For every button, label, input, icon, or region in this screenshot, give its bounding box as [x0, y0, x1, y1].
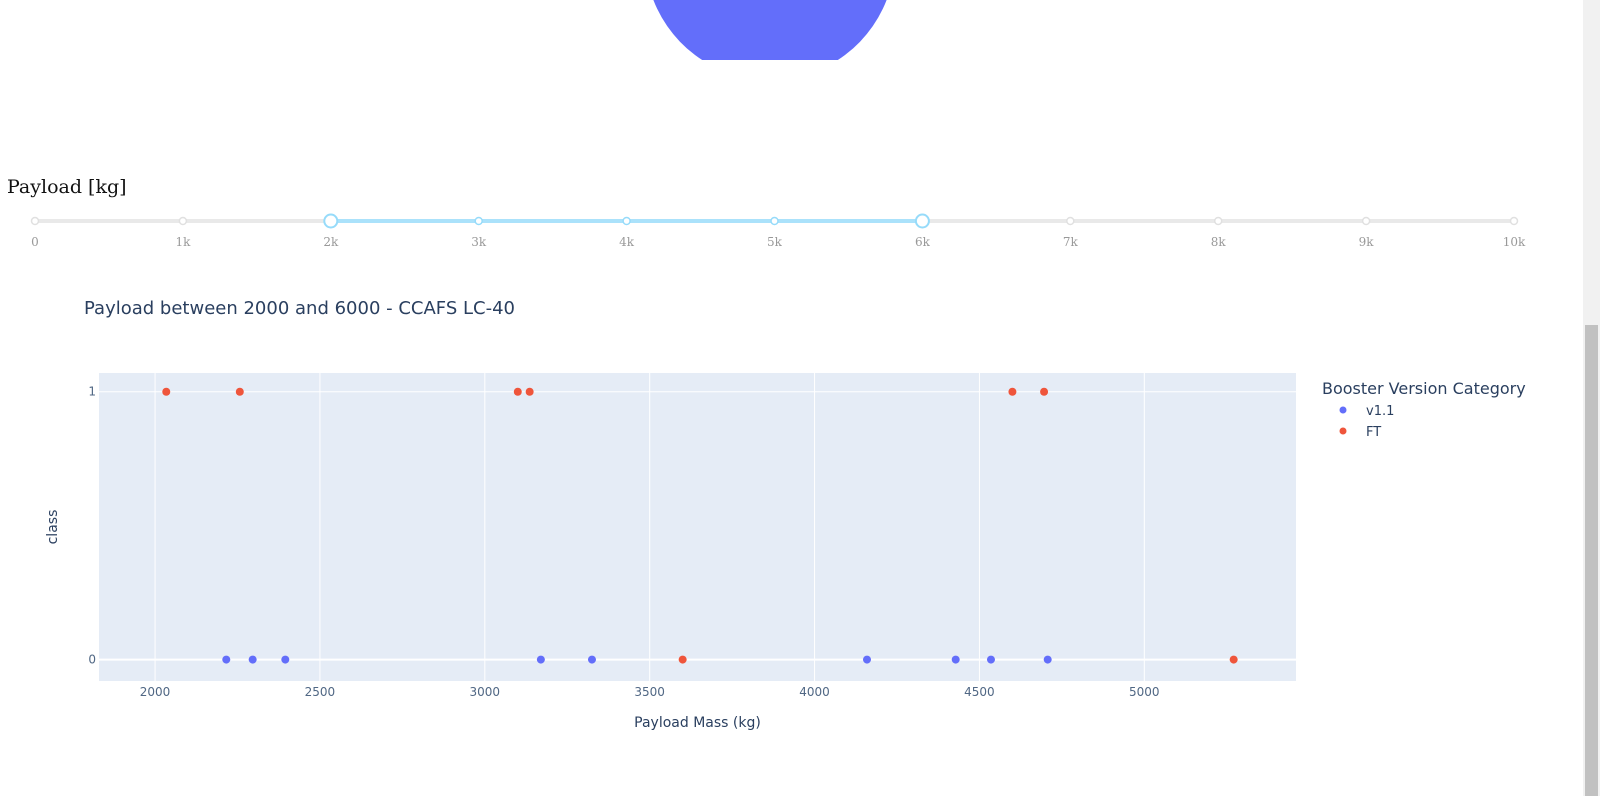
slider-tick-label: 8k	[1211, 235, 1227, 249]
slider-handle[interactable]	[914, 213, 930, 229]
slider-tick-label: 4k	[619, 235, 635, 249]
data-point-v1.1[interactable]	[222, 655, 231, 664]
slider-tick-dot[interactable]	[1509, 216, 1519, 226]
slider-tick-label: 2k	[323, 235, 339, 249]
slider-tick-label: 9k	[1359, 235, 1375, 249]
y-axis-title: class	[45, 510, 61, 545]
slider-tick-label: 0	[31, 235, 39, 249]
x-axis-title: Payload Mass (kg)	[634, 715, 761, 731]
page-scrollbar[interactable]	[1583, 0, 1600, 796]
x-tick-label: 3500	[634, 685, 665, 699]
y-tick-label: 0	[88, 653, 96, 667]
legend-label[interactable]: FT	[1366, 425, 1381, 440]
data-point-v1.1[interactable]	[281, 655, 290, 664]
data-point-v1.1[interactable]	[951, 655, 960, 664]
slider-tick-dot[interactable]	[178, 216, 188, 226]
slider-tick-dot[interactable]	[474, 216, 483, 226]
legend-item-v1.1[interactable]: v1.1	[1339, 404, 1395, 419]
legend-marker[interactable]	[1339, 427, 1347, 435]
slider-tick-dot[interactable]	[770, 216, 779, 226]
slider-tick-label: 6k	[915, 235, 931, 249]
slider-tick-label: 1k	[175, 235, 191, 249]
scrollbar-thumb[interactable]	[1585, 325, 1598, 796]
data-point-FT[interactable]	[1040, 387, 1049, 396]
slider-tick-label: 3k	[471, 235, 487, 249]
data-point-FT[interactable]	[1008, 387, 1017, 396]
chart-title: Payload between 2000 and 6000 - CCAFS LC…	[84, 298, 515, 319]
x-tick-label: 2000	[140, 685, 171, 699]
x-tick-label: 2500	[305, 685, 336, 699]
data-point-v1.1[interactable]	[587, 655, 596, 664]
data-point-FT[interactable]	[525, 387, 534, 396]
data-point-v1.1[interactable]	[986, 655, 995, 664]
slider-handle[interactable]	[323, 213, 339, 229]
slider-tick-dot[interactable]	[1361, 216, 1371, 226]
slider-tick-label: 10k	[1503, 235, 1526, 249]
data-point-FT[interactable]	[1229, 655, 1238, 664]
x-tick-label: 5000	[1129, 685, 1160, 699]
data-point-FT[interactable]	[513, 387, 522, 396]
data-point-v1.1[interactable]	[1043, 655, 1052, 664]
data-point-v1.1[interactable]	[862, 655, 871, 664]
payload-range-slider[interactable]: 0 1k 2k 3k 4k 5k 6k 7k 8k 9k 10k	[0, 205, 1560, 265]
scatter-chart: Payload between 2000 and 6000 - CCAFS LC…	[45, 298, 1526, 731]
data-point-FT[interactable]	[235, 387, 244, 396]
payload-slider-label: Payload [kg]	[7, 176, 127, 198]
slider-tick-label: 7k	[1063, 235, 1079, 249]
slider-tick-dot[interactable]	[30, 216, 40, 226]
x-tick-label: 4500	[964, 685, 995, 699]
data-point-v1.1[interactable]	[248, 655, 257, 664]
legend-label[interactable]: v1.1	[1366, 404, 1394, 419]
x-tick-label: 4000	[799, 685, 830, 699]
pie-slice[interactable]	[650, 0, 890, 60]
slider-tick-dot[interactable]	[622, 216, 631, 226]
plot-area[interactable]	[99, 373, 1296, 681]
legend-item-FT[interactable]: FT	[1339, 425, 1382, 440]
data-point-FT[interactable]	[678, 655, 687, 664]
legend-marker[interactable]	[1339, 406, 1347, 414]
legend-title: Booster Version Category	[1322, 379, 1526, 398]
y-tick-label: 1	[88, 385, 96, 399]
data-point-v1.1[interactable]	[536, 655, 545, 664]
slider-tick-label: 5k	[767, 235, 783, 249]
slider-tick-dot[interactable]	[1066, 216, 1075, 226]
pie-chart-slice	[650, 0, 890, 60]
slider-tick-dot[interactable]	[1213, 216, 1223, 226]
x-tick-label: 3000	[470, 685, 501, 699]
data-point-FT[interactable]	[162, 387, 171, 396]
